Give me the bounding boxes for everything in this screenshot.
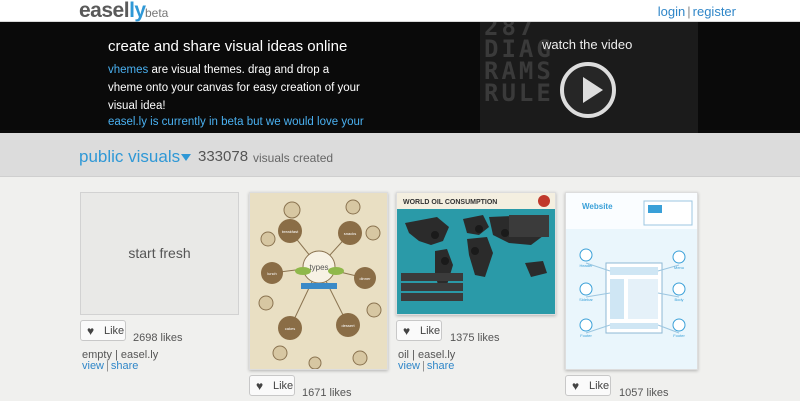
svg-text:Footer: Footer: [673, 333, 685, 338]
oil-infographic-card[interactable]: WORLD OIL CONSUMPTION: [396, 192, 556, 315]
hero-banner: create and share visual ideas online vhe…: [0, 22, 800, 133]
card-links: view | share: [82, 360, 139, 372]
register-link[interactable]: register: [693, 4, 736, 19]
top-bar: easelly beta login | register: [0, 0, 800, 22]
oil-infographic: WORLD OIL CONSUMPTION: [397, 193, 555, 314]
types-center-label: types: [309, 263, 328, 272]
types-infographic: types breakfast lunch dinner snacks dess…: [258, 199, 382, 369]
auth-links: login | register: [657, 4, 736, 19]
hero-description: vhemes are visual themes. drag and drop …: [108, 64, 360, 112]
types-infographic-card[interactable]: types breakfast lunch dinner snacks dess…: [249, 192, 388, 370]
beta-note: easel.ly is currently in beta but we wou…: [108, 116, 364, 128]
view-link[interactable]: view: [398, 360, 420, 372]
visuals-count-label: visuals created: [253, 151, 334, 165]
heart-icon: ♥: [87, 324, 95, 338]
video-background-text: 287 DIAG RAMS RULE: [484, 22, 554, 107]
start-fresh-label: start fresh: [128, 245, 191, 261]
like-button[interactable]: ♥ Like: [249, 375, 295, 396]
oil-banner: WORLD OIL CONSUMPTION: [403, 199, 497, 206]
svg-text:Body: Body: [674, 297, 683, 302]
like-count: 1057 likes: [619, 387, 669, 399]
video-player[interactable]: 287 DIAG RAMS RULE watch the video: [480, 22, 698, 133]
heart-icon: ♥: [256, 379, 264, 393]
website-infographic-card[interactable]: Website Header Sidebar Footer Menu Body …: [565, 192, 698, 370]
like-button[interactable]: ♥ Like: [396, 320, 442, 341]
start-fresh-card[interactable]: start fresh: [80, 192, 239, 315]
svg-text:dessert: dessert: [341, 323, 355, 328]
svg-text:snacks: snacks: [344, 231, 356, 236]
website-infographic: Website Header Sidebar Footer Menu Body …: [566, 193, 697, 369]
card-links: view | share: [398, 360, 455, 372]
share-link[interactable]: share: [111, 360, 139, 372]
login-link[interactable]: login: [658, 4, 685, 19]
svg-text:Menu: Menu: [674, 265, 684, 270]
svg-text:lunch: lunch: [267, 271, 277, 276]
svg-text:Sidebar: Sidebar: [579, 297, 593, 302]
visuals-count: 333078: [198, 148, 249, 165]
like-button[interactable]: ♥ Like: [565, 375, 611, 396]
view-link[interactable]: view: [82, 360, 104, 372]
vhemes-keyword: vhemes: [108, 64, 149, 76]
share-link[interactable]: share: [427, 360, 455, 372]
dropdown-arrow-icon[interactable]: [181, 154, 191, 161]
like-count: 1375 likes: [450, 332, 500, 344]
logo[interactable]: easelly: [79, 0, 146, 22]
watch-video-label: watch the video: [542, 37, 633, 52]
like-button[interactable]: ♥ Like: [80, 320, 126, 341]
heart-icon: ♥: [572, 379, 580, 393]
website-banner: Website: [582, 202, 613, 211]
play-icon[interactable]: [560, 62, 616, 118]
like-count: 2698 likes: [133, 332, 183, 344]
public-visuals-title[interactable]: public visuals: [79, 147, 180, 167]
like-count: 1671 likes: [302, 387, 352, 399]
beta-label: beta: [145, 6, 169, 20]
svg-text:breakfast: breakfast: [282, 229, 299, 234]
hero-title: create and share visual ideas online: [108, 38, 348, 55]
svg-text:dinner: dinner: [359, 276, 371, 281]
section-header: public visuals 333078 visuals created: [0, 133, 800, 177]
svg-text:cakes: cakes: [285, 326, 295, 331]
svg-text:Footer: Footer: [580, 333, 592, 338]
heart-icon: ♥: [403, 324, 411, 338]
svg-text:Header: Header: [579, 263, 593, 268]
